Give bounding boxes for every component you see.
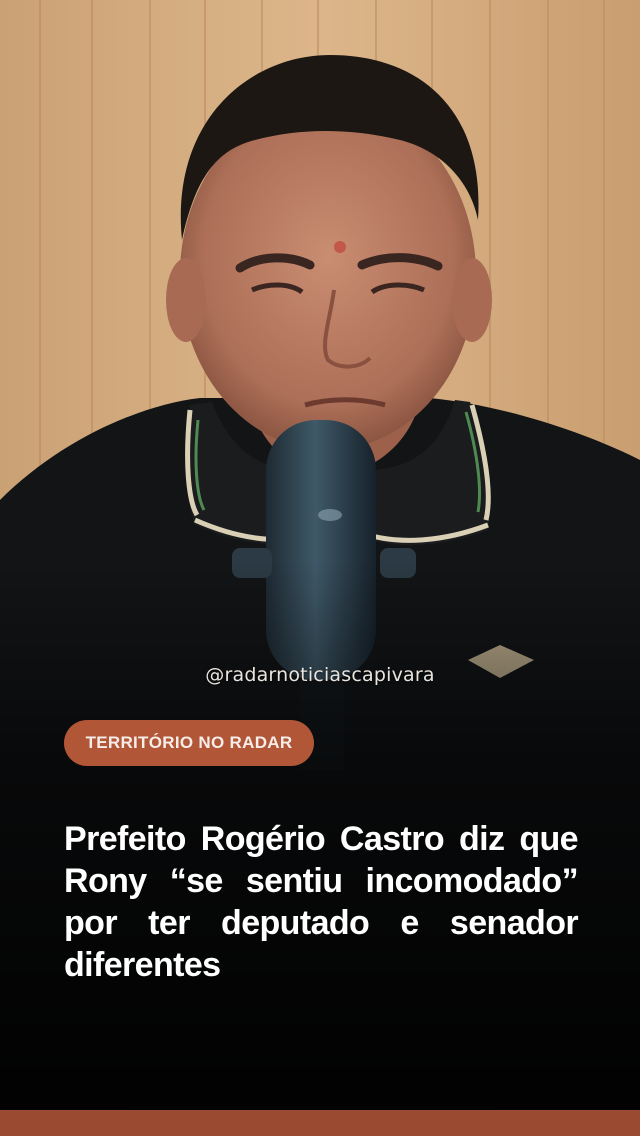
category-tag: TERRITÓRIO NO RADAR (64, 720, 314, 766)
headline: Prefeito Rogério Castro diz que Rony “se… (64, 820, 579, 984)
instagram-handle: @radarnoticiascapivara (205, 664, 435, 686)
post-card: @radarnoticiascapivara TERRITÓRIO NO RAD… (0, 0, 640, 1136)
bottom-accent-bar (0, 1110, 640, 1136)
